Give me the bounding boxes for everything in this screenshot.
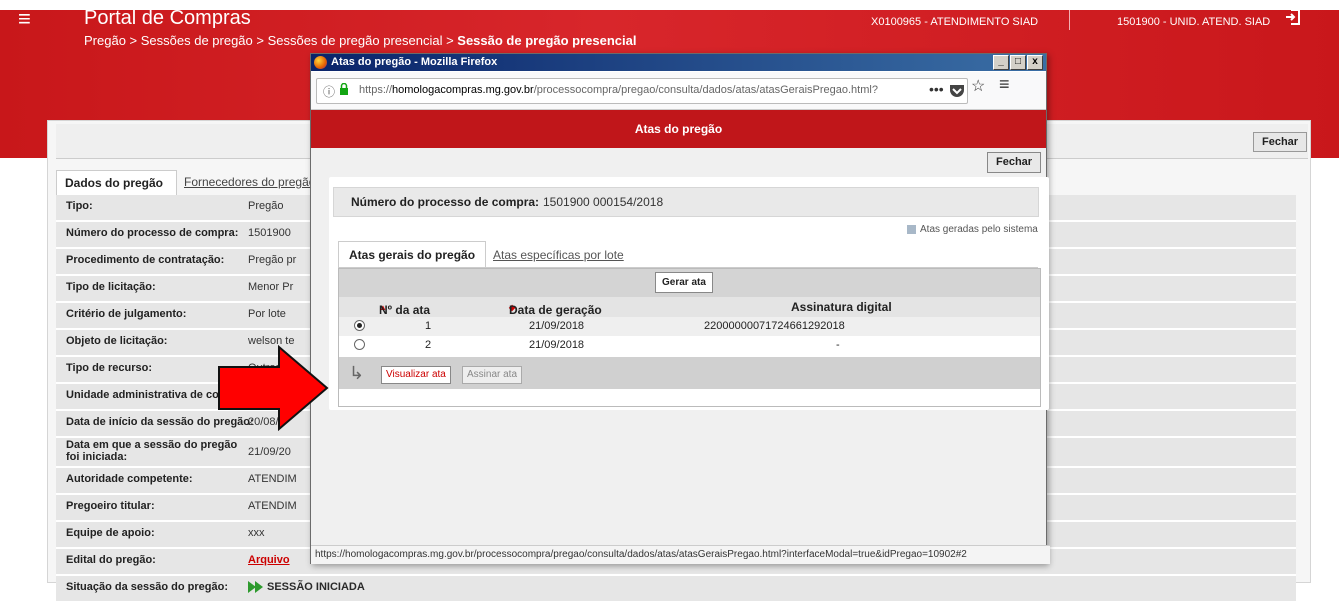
- app-title: Portal de Compras: [84, 7, 251, 29]
- grid-header: ▲ Nº da ata ◆ Data de geração Assinatura…: [339, 297, 1040, 317]
- grid-toolbar: Gerar ata: [339, 269, 1040, 297]
- more-actions-icon[interactable]: •••: [929, 81, 944, 97]
- close-window-button[interactable]: x: [1027, 55, 1043, 70]
- row-value: 21/09/20: [248, 446, 291, 458]
- corner-arrow-icon: ↳: [349, 363, 365, 383]
- pocket-icon[interactable]: [949, 84, 965, 98]
- tab-dados-pregao[interactable]: Dados do pregão: [56, 170, 177, 195]
- unit-label: Unidade: [1117, 0, 1157, 11]
- row-label: Autoridade competente:: [66, 473, 193, 485]
- process-number-label: Número do processo de compra:: [351, 195, 540, 209]
- row-label: Pregoeiro titular:: [66, 500, 155, 512]
- row-label: Tipo de licitação:: [66, 281, 156, 293]
- status-bar-url: https://homologacompras.mg.gov.br/proces…: [311, 545, 1050, 564]
- info-icon[interactable]: ⓘ: [323, 83, 335, 100]
- edital-file-link[interactable]: Arquivo: [248, 554, 290, 566]
- url-host: homologacompras.mg.gov.br: [392, 84, 534, 96]
- row-value: Menor Pr: [248, 281, 294, 293]
- row-label: Equipe de apoio:: [66, 527, 155, 539]
- grid-actions: ↳ Visualizar ata Assinar ata: [339, 357, 1040, 389]
- popup-titlebar[interactable]: Atas do pregão - Mozilla Firefox _ □ x: [311, 54, 1046, 71]
- col-data-label: Data de geração: [509, 303, 602, 317]
- firefox-icon: [314, 56, 327, 69]
- ata-data: 21/09/2018: [529, 320, 585, 332]
- atas-grid: Gerar ata ▲ Nº da ata ◆ Data de geração …: [338, 268, 1041, 407]
- breadcrumb: Pregão > Sessões de pregão > Sessões de …: [84, 33, 636, 48]
- popup-close-button[interactable]: Fechar: [987, 152, 1042, 173]
- col-numero-label: Nº da ata: [379, 303, 431, 317]
- generate-ata-button[interactable]: Gerar ata: [655, 272, 713, 293]
- row-label: Tipo:: [66, 200, 93, 212]
- unit-value: 1501900 - UNID. ATEND. SIAD: [1117, 16, 1271, 28]
- menu-icon[interactable]: ≡: [999, 74, 1010, 95]
- atas-popup-window: Atas do pregão - Mozilla Firefox _ □ x ⓘ h…: [310, 53, 1050, 564]
- row-value: ATENDIM: [248, 500, 297, 512]
- ata-assinatura: -: [836, 339, 840, 351]
- url-text: https://homologacompras.mg.gov.br/proces…: [359, 84, 919, 96]
- detail-row: Situação da sessão do pregão: SESSÃO INIC…: [56, 576, 1296, 603]
- row-value: Por lote: [248, 308, 286, 320]
- session-status-text: SESSÃO INICIADA: [267, 581, 365, 593]
- process-number-value: 1501900 000154/2018: [543, 195, 664, 209]
- row-label: Unidade administrativa de com: [66, 389, 229, 401]
- legend: Atas geradas pelo sistema: [907, 224, 1038, 235]
- ata-assinatura: 22000000071724661292018: [704, 320, 845, 332]
- row-value: ATENDIM: [248, 473, 297, 485]
- lock-icon: [340, 83, 348, 95]
- server-label: Servidor: [871, 0, 912, 11]
- logout-icon[interactable]: [1284, 8, 1302, 26]
- row-label: Procedimento de contratação:: [66, 254, 225, 266]
- popup-window-title: Atas do pregão - Mozilla Firefox: [331, 56, 498, 68]
- row-label: Data em que a sessão do pregão foi inici…: [66, 439, 238, 463]
- header-divider: [1069, 10, 1070, 30]
- red-arrow-icon: [218, 345, 329, 431]
- tab-atas-gerais[interactable]: Atas gerais do pregão: [338, 241, 487, 268]
- table-row[interactable]: 2 21/09/2018 -: [339, 336, 1040, 355]
- address-field[interactable]: ⓘ https://homologacompras.mg.gov.br/proc…: [316, 78, 968, 104]
- popup-body: Fechar Número do processo de compra: 150…: [311, 148, 1049, 545]
- ata-data: 21/09/2018: [529, 339, 585, 351]
- row-value: Pregão pr: [248, 254, 297, 266]
- bookmark-star-icon[interactable]: ☆: [971, 76, 985, 96]
- row-label: Situação da sessão do pregão:: [66, 581, 228, 593]
- url-bar: ⓘ https://homologacompras.mg.gov.br/proc…: [311, 72, 1046, 110]
- hamburger-icon[interactable]: ≡: [18, 8, 31, 30]
- legend-label: Atas geradas pelo sistema: [920, 224, 1038, 235]
- sign-ata-button[interactable]: Assinar ata: [462, 366, 523, 384]
- view-ata-button[interactable]: Visualizar ata: [381, 366, 451, 384]
- minimize-button[interactable]: _: [993, 55, 1009, 70]
- row-radio[interactable]: [354, 339, 365, 350]
- row-label: Número do processo de compra:: [66, 227, 239, 239]
- tab-atas-especificas[interactable]: Atas específicas por lote: [483, 242, 634, 268]
- url-scheme: https://: [359, 84, 393, 96]
- window-controls: _ □ x: [992, 55, 1043, 70]
- atas-card: Número do processo de compra: 1501900 00…: [329, 177, 1049, 410]
- process-number-row: Número do processo de compra: 1501900 00…: [333, 187, 1039, 217]
- row-label: Tipo de recurso:: [66, 362, 152, 374]
- play-icon: [248, 581, 263, 594]
- row-value: 1501900: [248, 227, 291, 239]
- tab-fornecedores[interactable]: Fornecedores do pregão: [176, 170, 323, 194]
- maximize-button[interactable]: □: [1010, 55, 1026, 70]
- row-radio[interactable]: [354, 320, 365, 331]
- row-value: xxx: [248, 527, 265, 539]
- breadcrumb-current: Sessão de pregão presencial: [457, 33, 637, 48]
- popup-header-title: Atas do pregão: [311, 110, 1046, 148]
- legend-swatch: [907, 224, 916, 234]
- url-path: /processocompra/pregao/consulta/dados/at…: [533, 84, 878, 96]
- table-row[interactable]: 1 21/09/2018 22000000071724661292018: [339, 317, 1040, 336]
- breadcrumb-path[interactable]: Pregão > Sessões de pregão > Sessões de …: [84, 33, 457, 48]
- close-button[interactable]: Fechar: [1253, 132, 1308, 152]
- col-assinatura: Assinatura digital: [791, 300, 892, 314]
- row-label: Edital do pregão:: [66, 554, 156, 566]
- row-label: Objeto de licitação:: [66, 335, 168, 347]
- server-value: X0100965 - ATENDIMENTO SIAD: [871, 16, 1039, 28]
- ata-numero: 2: [425, 339, 432, 351]
- ata-numero: 1: [425, 320, 432, 332]
- row-label: Critério de julgamento:: [66, 308, 187, 320]
- row-value: Pregão: [248, 200, 284, 212]
- session-status: SESSÃO INICIADA: [248, 581, 365, 594]
